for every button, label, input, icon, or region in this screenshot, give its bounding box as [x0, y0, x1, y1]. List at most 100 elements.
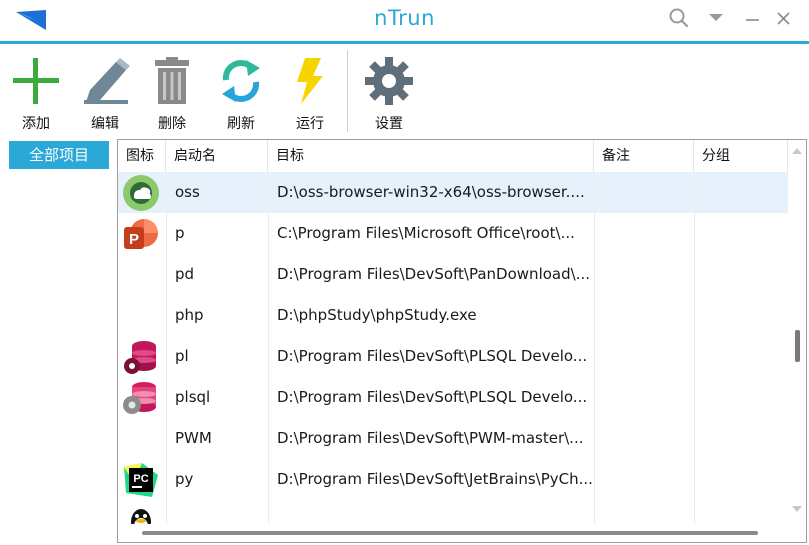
row-target: D:\Program Files\DevSoft\PLSQL Develo...: [277, 388, 588, 406]
row-divider: [268, 336, 269, 377]
row-name: php: [175, 306, 204, 324]
row-divider: [268, 377, 269, 418]
database-gear-icon: [124, 341, 156, 374]
table-row[interactable]: plsql D:\Program Files\DevSoft\PLSQL Dev…: [118, 377, 788, 418]
row-target: D:\Program Files\DevSoft\PWM-master\...: [277, 429, 584, 447]
row-note: [594, 172, 694, 213]
row-divider: [166, 213, 167, 254]
row-divider: [594, 172, 595, 213]
powerpoint-icon: P: [124, 219, 158, 249]
search-icon[interactable]: [666, 6, 692, 30]
delete-button[interactable]: 删除: [141, 52, 203, 134]
row-divider: [694, 172, 695, 213]
row-divider: [594, 336, 595, 377]
row-divider: [268, 418, 269, 459]
row-target: D:\Program Files\DevSoft\JetBrains\PyCh.…: [277, 470, 593, 488]
row-note: [594, 336, 694, 377]
column-header-group[interactable]: 分组: [694, 140, 788, 172]
row-divider: [594, 377, 595, 418]
row-divider: [694, 254, 695, 295]
row-name: PWM: [175, 429, 212, 447]
row-divider: [694, 418, 695, 459]
vertical-scrollbar[interactable]: [788, 140, 806, 524]
row-divider: [594, 459, 595, 500]
row-group: [694, 336, 788, 377]
plus-icon: [13, 58, 59, 104]
table-row[interactable]: PWM D:\Program Files\DevSoft\PWM-master\…: [118, 418, 788, 459]
run-button[interactable]: 运行: [279, 52, 341, 134]
category-sidebar: 全部项目: [0, 137, 116, 545]
row-divider: [268, 213, 269, 254]
row-note: [594, 213, 694, 254]
row-name: plsql: [175, 388, 211, 406]
row-divider: [594, 418, 595, 459]
edit-button[interactable]: 编辑: [74, 52, 136, 134]
refresh-button-label: 刷新: [227, 116, 255, 132]
row-name: pd: [175, 265, 195, 283]
svg-text:P: P: [129, 231, 139, 248]
row-group: [694, 172, 788, 213]
row-note: [594, 295, 694, 336]
scroll-up-arrow-icon[interactable]: [792, 148, 802, 154]
row-name: py: [175, 470, 194, 488]
row-divider: [594, 254, 595, 295]
row-note: [594, 377, 694, 418]
row-name: pl: [175, 347, 189, 365]
table-row[interactable]: PC py D:\Program Files\DevSoft\JetBrains…: [118, 459, 788, 500]
row-divider: [694, 295, 695, 336]
svg-text:PC: PC: [133, 473, 148, 485]
row-group: [694, 213, 788, 254]
row-group: [694, 459, 788, 500]
row-target: D:\Program Files\DevSoft\PanDownload\...: [277, 265, 590, 283]
launch-items-table: 图标 启动名 目标 备注 分组 oss D:\oss-browser-win32…: [117, 139, 807, 543]
delete-button-label: 删除: [158, 116, 186, 132]
table-row[interactable]: pl D:\Program Files\DevSoft\PLSQL Develo…: [118, 336, 788, 377]
settings-button-label: 设置: [375, 116, 403, 132]
row-divider: [594, 295, 595, 336]
database-gear-icon: [123, 382, 156, 414]
pycharm-icon: PC: [124, 463, 158, 497]
refresh-icon: [222, 60, 260, 102]
column-header-target[interactable]: 目标: [268, 140, 594, 172]
title-bar: nTrun: [0, 0, 809, 42]
row-target: C:\Program Files\Microsoft Office\root\.…: [277, 224, 575, 242]
scroll-down-arrow-icon[interactable]: [792, 506, 802, 512]
row-target: D:\oss-browser-win32-x64\oss-browser....: [277, 183, 585, 201]
row-divider: [166, 295, 167, 336]
row-divider: [268, 254, 269, 295]
horizontal-scrollbar[interactable]: [118, 524, 788, 542]
table-row[interactable]: oss D:\oss-browser-win32-x64\oss-browser…: [118, 172, 788, 213]
gear-icon: [365, 57, 413, 105]
pencil-icon: [84, 58, 130, 104]
row-group: [694, 418, 788, 459]
row-note: [594, 418, 694, 459]
column-header-name[interactable]: 启动名: [166, 140, 268, 172]
row-target: D:\phpStudy\phpStudy.exe: [277, 306, 477, 324]
row-name: p: [175, 224, 185, 242]
close-icon[interactable]: [771, 6, 797, 30]
lightning-icon: [297, 58, 323, 104]
settings-button[interactable]: 设置: [358, 52, 420, 134]
row-divider: [268, 295, 269, 336]
refresh-button[interactable]: 刷新: [210, 52, 272, 134]
row-divider: [268, 172, 269, 213]
toolbar-divider: [347, 50, 348, 132]
column-header-icon[interactable]: 图标: [118, 140, 166, 172]
table-row[interactable]: P p C:\Program Files\Microsoft Office\ro…: [118, 213, 788, 254]
minimize-icon[interactable]: [740, 6, 766, 30]
row-divider: [166, 377, 167, 418]
row-note: [594, 254, 694, 295]
add-button[interactable]: 添加: [5, 52, 67, 134]
vertical-scroll-thumb[interactable]: [795, 330, 800, 362]
column-header-note[interactable]: 备注: [594, 140, 694, 172]
row-divider: [166, 172, 167, 213]
horizontal-scroll-thumb[interactable]: [142, 531, 758, 535]
table-row[interactable]: php D:\phpStudy\phpStudy.exe: [118, 295, 788, 336]
category-all-items[interactable]: 全部项目: [9, 141, 109, 169]
row-divider: [166, 459, 167, 500]
dropdown-icon[interactable]: [703, 6, 729, 30]
add-button-label: 添加: [22, 116, 50, 132]
row-divider: [694, 459, 695, 500]
row-divider: [694, 377, 695, 418]
table-row[interactable]: pd D:\Program Files\DevSoft\PanDownload\…: [118, 254, 788, 295]
